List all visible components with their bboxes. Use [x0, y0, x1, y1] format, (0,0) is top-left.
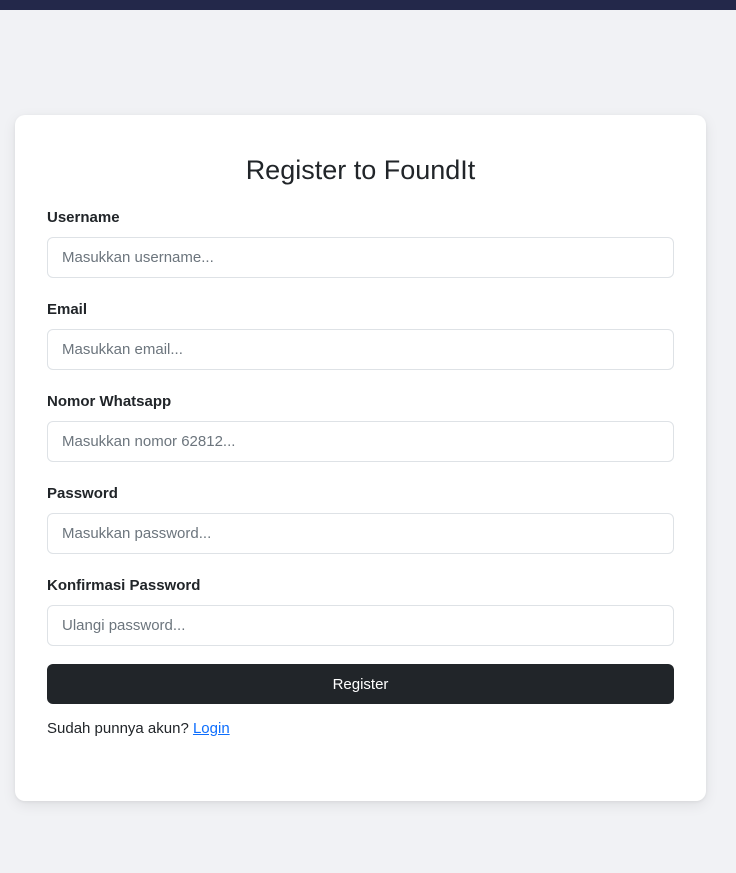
whatsapp-label: Nomor Whatsapp [47, 393, 172, 410]
confirm-password-input[interactable] [47, 605, 674, 646]
register-button[interactable]: Register [47, 664, 674, 704]
password-field-group: Password [47, 485, 674, 554]
whatsapp-input[interactable] [47, 421, 674, 462]
confirm-password-label: Konfirmasi Password [47, 577, 201, 594]
password-input[interactable] [47, 513, 674, 554]
login-link[interactable]: Login [193, 720, 230, 737]
login-prompt-row: Sudah punnya akun? Login [47, 719, 674, 739]
email-field-group: Email [47, 301, 674, 370]
register-card: Register to FoundIt Username Email Nomor… [15, 115, 706, 801]
password-label: Password [47, 485, 118, 502]
email-label: Email [47, 301, 88, 318]
username-input[interactable] [47, 237, 674, 278]
username-label: Username [47, 209, 120, 226]
login-prompt-text: Sudah punnya akun? [47, 720, 189, 737]
page-title: Register to FoundIt [245, 155, 476, 185]
email-input[interactable] [47, 329, 674, 370]
username-field-group: Username [47, 209, 674, 278]
confirm-password-field-group: Konfirmasi Password [47, 577, 674, 646]
top-header-bar [0, 0, 736, 10]
whatsapp-field-group: Nomor Whatsapp [47, 393, 674, 462]
